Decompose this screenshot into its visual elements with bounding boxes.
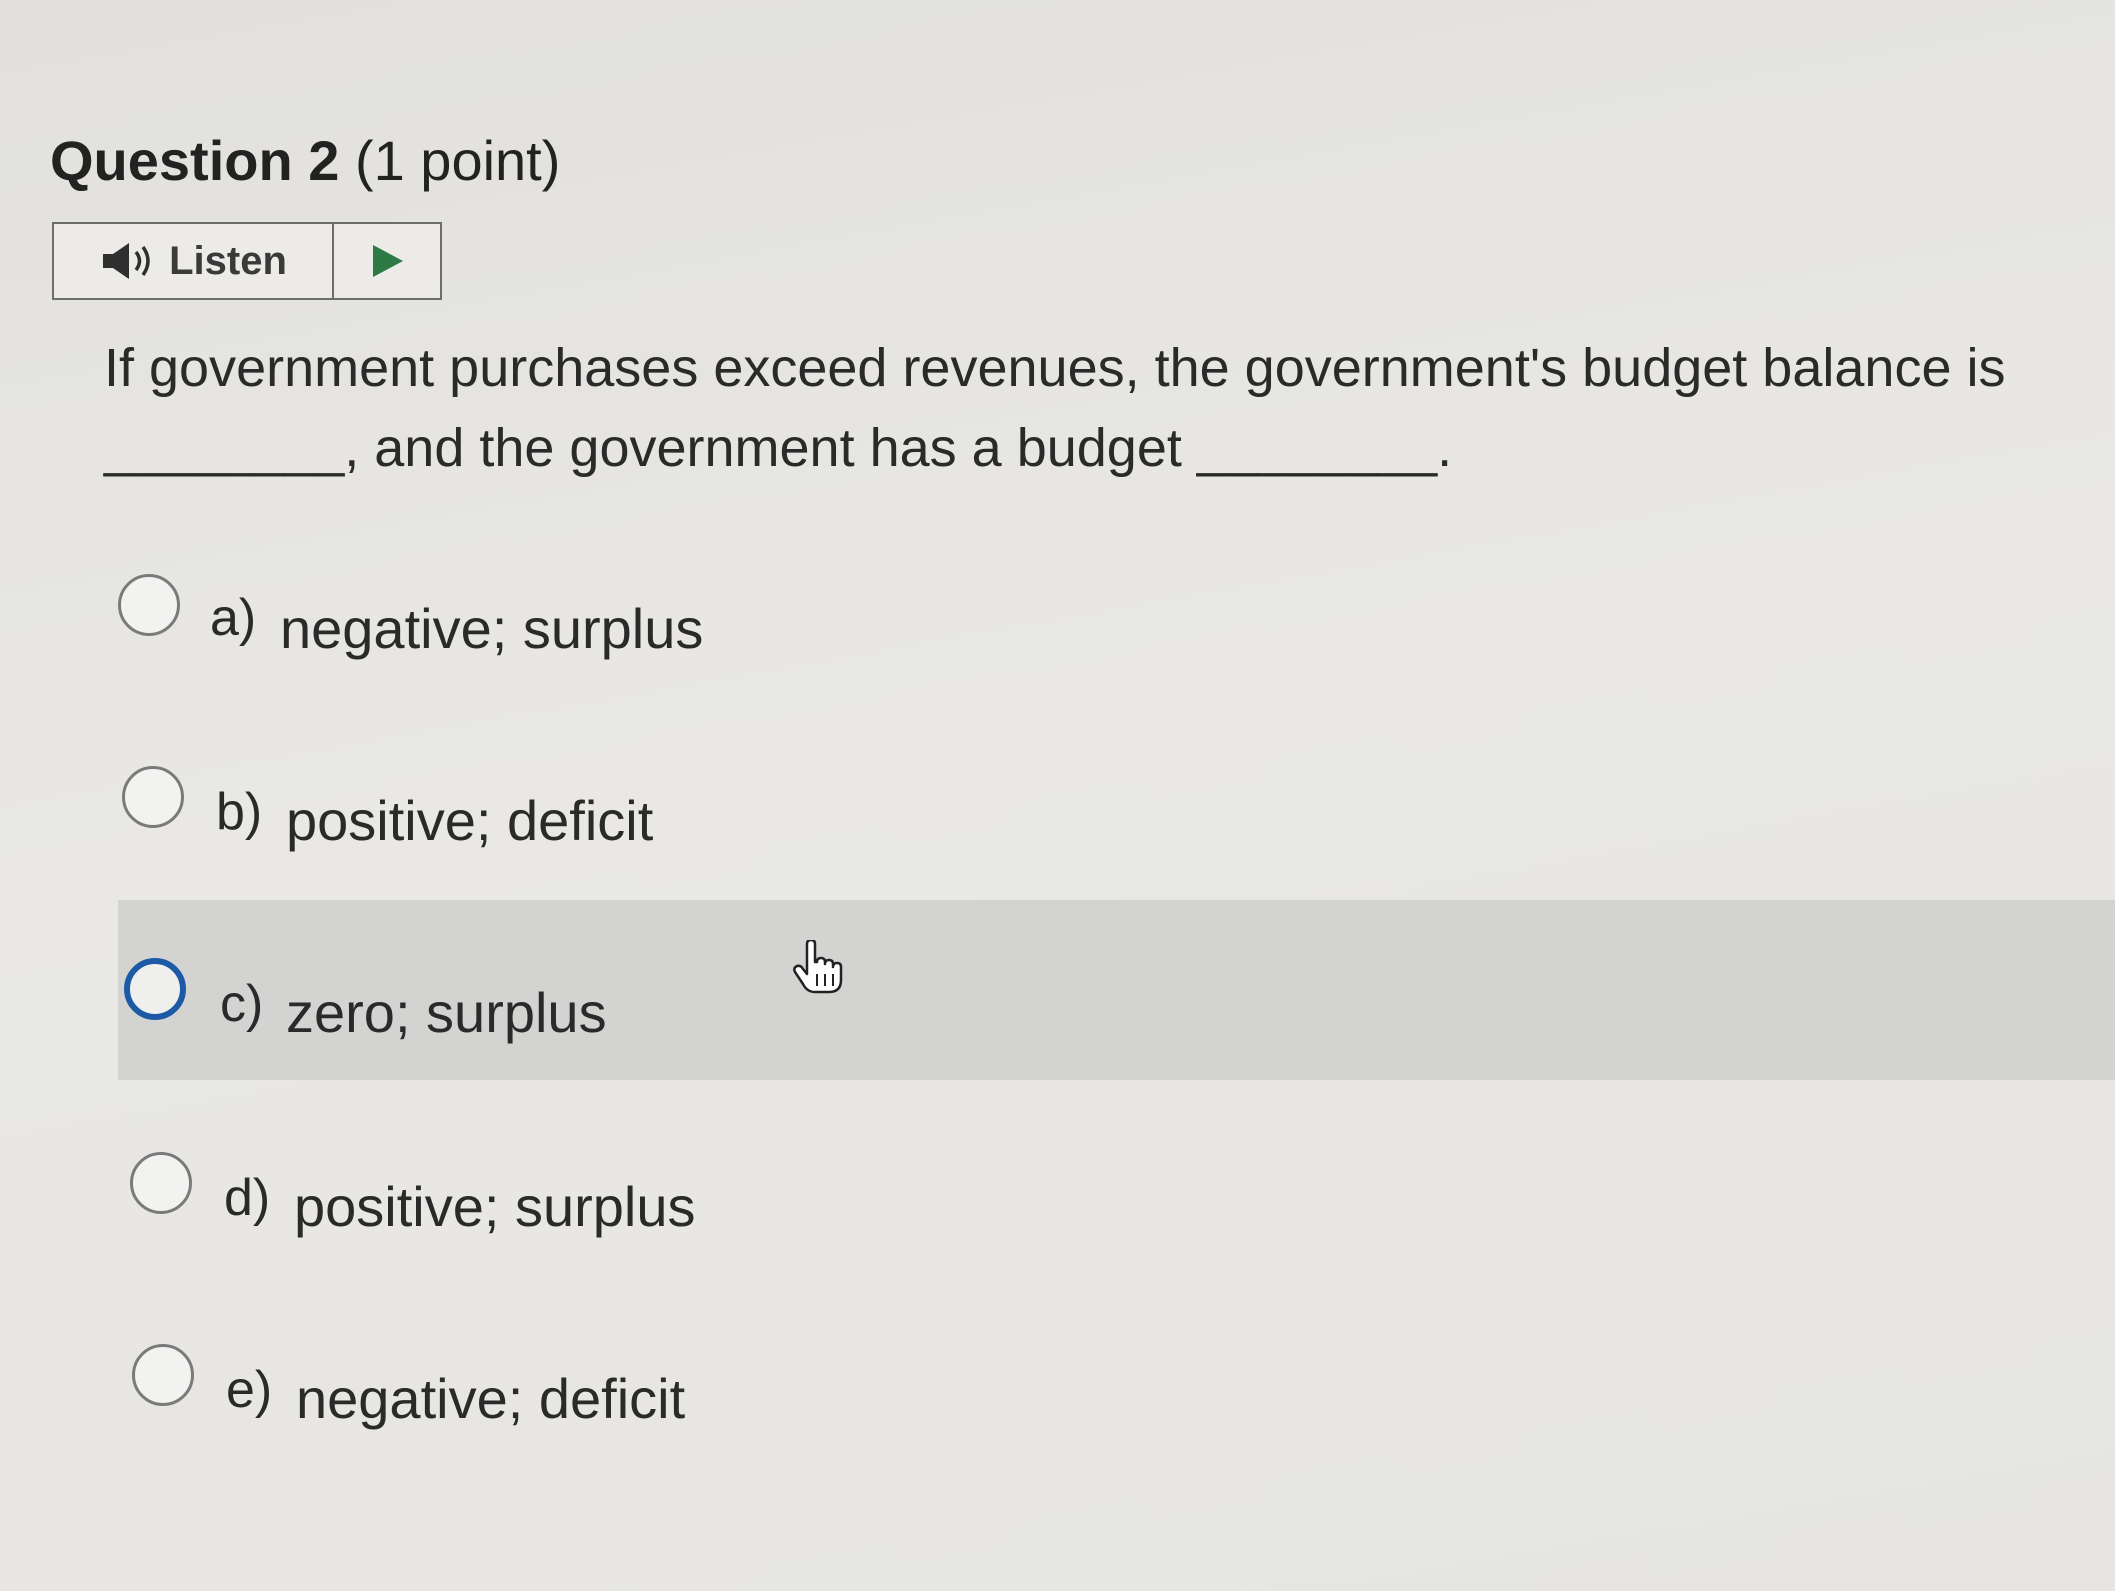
choice-letter: d) — [224, 1169, 271, 1227]
choice-letter: a) — [210, 589, 257, 647]
choice-text: negative; deficit — [296, 1367, 686, 1430]
choice-e[interactable]: e) negative; deficit — [118, 1310, 2115, 1490]
quiz-page: Question 2 (1 point) Listen If governmen… — [0, 0, 2115, 1591]
question-header: Question 2 (1 point) — [50, 128, 560, 193]
choice-text: zero; surplus — [286, 981, 607, 1044]
prompt-line-2: ________, and the government has a budge… — [104, 418, 1453, 478]
play-icon — [373, 245, 403, 277]
choice-a[interactable]: a) negative; surplus — [118, 540, 2115, 720]
play-button[interactable] — [334, 224, 440, 298]
radio-c[interactable] — [124, 958, 186, 1020]
choice-text: positive; surplus — [294, 1175, 696, 1238]
choice-c[interactable]: c) zero; surplus — [118, 900, 2115, 1080]
listen-widget: Listen — [52, 222, 442, 300]
radio-d[interactable] — [130, 1152, 192, 1214]
choice-b[interactable]: b) positive; deficit — [118, 732, 2115, 912]
question-number: Question 2 — [50, 129, 340, 192]
choice-letter: c) — [220, 975, 264, 1033]
radio-e[interactable] — [132, 1344, 194, 1406]
radio-b[interactable] — [122, 766, 184, 828]
prompt-line-1: If government purchases exceed revenues,… — [104, 338, 2006, 398]
listen-label: Listen — [169, 238, 287, 283]
choice-text: negative; surplus — [280, 597, 704, 660]
question-points: (1 point) — [354, 129, 561, 192]
choice-text: positive; deficit — [286, 789, 654, 852]
radio-a[interactable] — [118, 574, 180, 636]
listen-button[interactable]: Listen — [54, 224, 334, 298]
choice-letter: b) — [216, 783, 263, 841]
speaker-icon — [103, 243, 150, 279]
question-prompt: If government purchases exceed revenues,… — [104, 328, 2054, 488]
choice-d[interactable]: d) positive; surplus — [118, 1118, 2115, 1298]
choice-letter: e) — [226, 1361, 273, 1419]
pointer-hand-icon — [793, 940, 843, 994]
